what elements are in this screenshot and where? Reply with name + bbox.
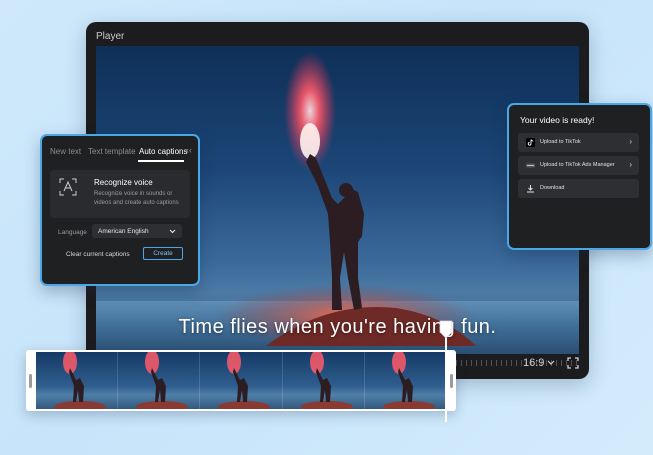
upload-tiktok-label: Upload to TikTok [540, 139, 581, 145]
frame-thumbnail [54, 352, 106, 409]
filmstrip-frame [118, 352, 201, 409]
chevron-down-icon [169, 229, 176, 233]
active-tab-indicator [138, 160, 184, 162]
timeline-clip[interactable] [26, 350, 456, 411]
chevron-right-icon: › [629, 160, 632, 169]
download-label: Download [540, 185, 565, 191]
language-label: Language [58, 229, 87, 236]
tiktok-ads-icon [526, 163, 535, 168]
upload-tiktok-ads-button[interactable]: Upload to TikTok Ads Manager › [518, 156, 639, 175]
video-caption: Time flies when you're having fun. [178, 316, 497, 338]
language-value: American English [98, 227, 149, 235]
video-ready-panel: Your video is ready! Upload to TikTok › … [507, 103, 652, 250]
ready-title: Your video is ready! [520, 115, 595, 125]
text-tabs: New text Text template Auto captions ‹‹ [42, 136, 198, 166]
tiktok-icon [526, 138, 535, 147]
download-icon [527, 185, 534, 193]
frame-thumbnail [300, 352, 353, 409]
recognize-voice-title: Recognize voice [94, 178, 153, 187]
upload-tiktok-ads-label: Upload to TikTok Ads Manager [540, 162, 615, 168]
aspect-ratio-value: 16:9 [523, 357, 545, 369]
text-panel: New text Text template Auto captions ‹‹ … [40, 134, 200, 286]
filmstrip-frame [364, 352, 447, 409]
filmstrip-frame [36, 352, 119, 409]
frame-thumbnail [218, 352, 271, 409]
filmstrip-frame [200, 352, 283, 409]
recognize-voice-card[interactable]: Recognize voice Recognize voice in sound… [50, 170, 190, 218]
speech-recognition-icon [59, 178, 77, 196]
frame-thumbnail [382, 352, 435, 409]
tab-new-text[interactable]: New text [50, 147, 81, 156]
create-button[interactable]: Create [143, 247, 183, 260]
chevron-right-icon: › [629, 137, 632, 146]
trim-handle-left[interactable] [29, 374, 32, 388]
recognize-voice-description: Recognize voice in sounds or videos and … [94, 191, 179, 206]
download-button[interactable]: Download [518, 179, 639, 198]
upload-tiktok-button[interactable]: Upload to TikTok › [518, 133, 639, 152]
double-chevron-left-icon[interactable]: ‹‹ [186, 145, 192, 155]
filmstrip [36, 352, 447, 409]
aspect-ratio-select[interactable]: 16:9 [523, 357, 555, 369]
fullscreen-icon[interactable] [567, 357, 579, 369]
tab-text-template[interactable]: Text template [88, 147, 136, 156]
player-title: Player [96, 31, 125, 42]
playhead[interactable] [439, 320, 453, 422]
clear-captions-button[interactable]: Clear current captions [66, 251, 130, 258]
tab-auto-captions[interactable]: Auto captions [139, 147, 187, 156]
frame-thumbnail [136, 352, 189, 409]
language-select[interactable]: American English [92, 224, 182, 238]
chevron-down-icon [547, 360, 555, 365]
filmstrip-frame [282, 352, 365, 409]
